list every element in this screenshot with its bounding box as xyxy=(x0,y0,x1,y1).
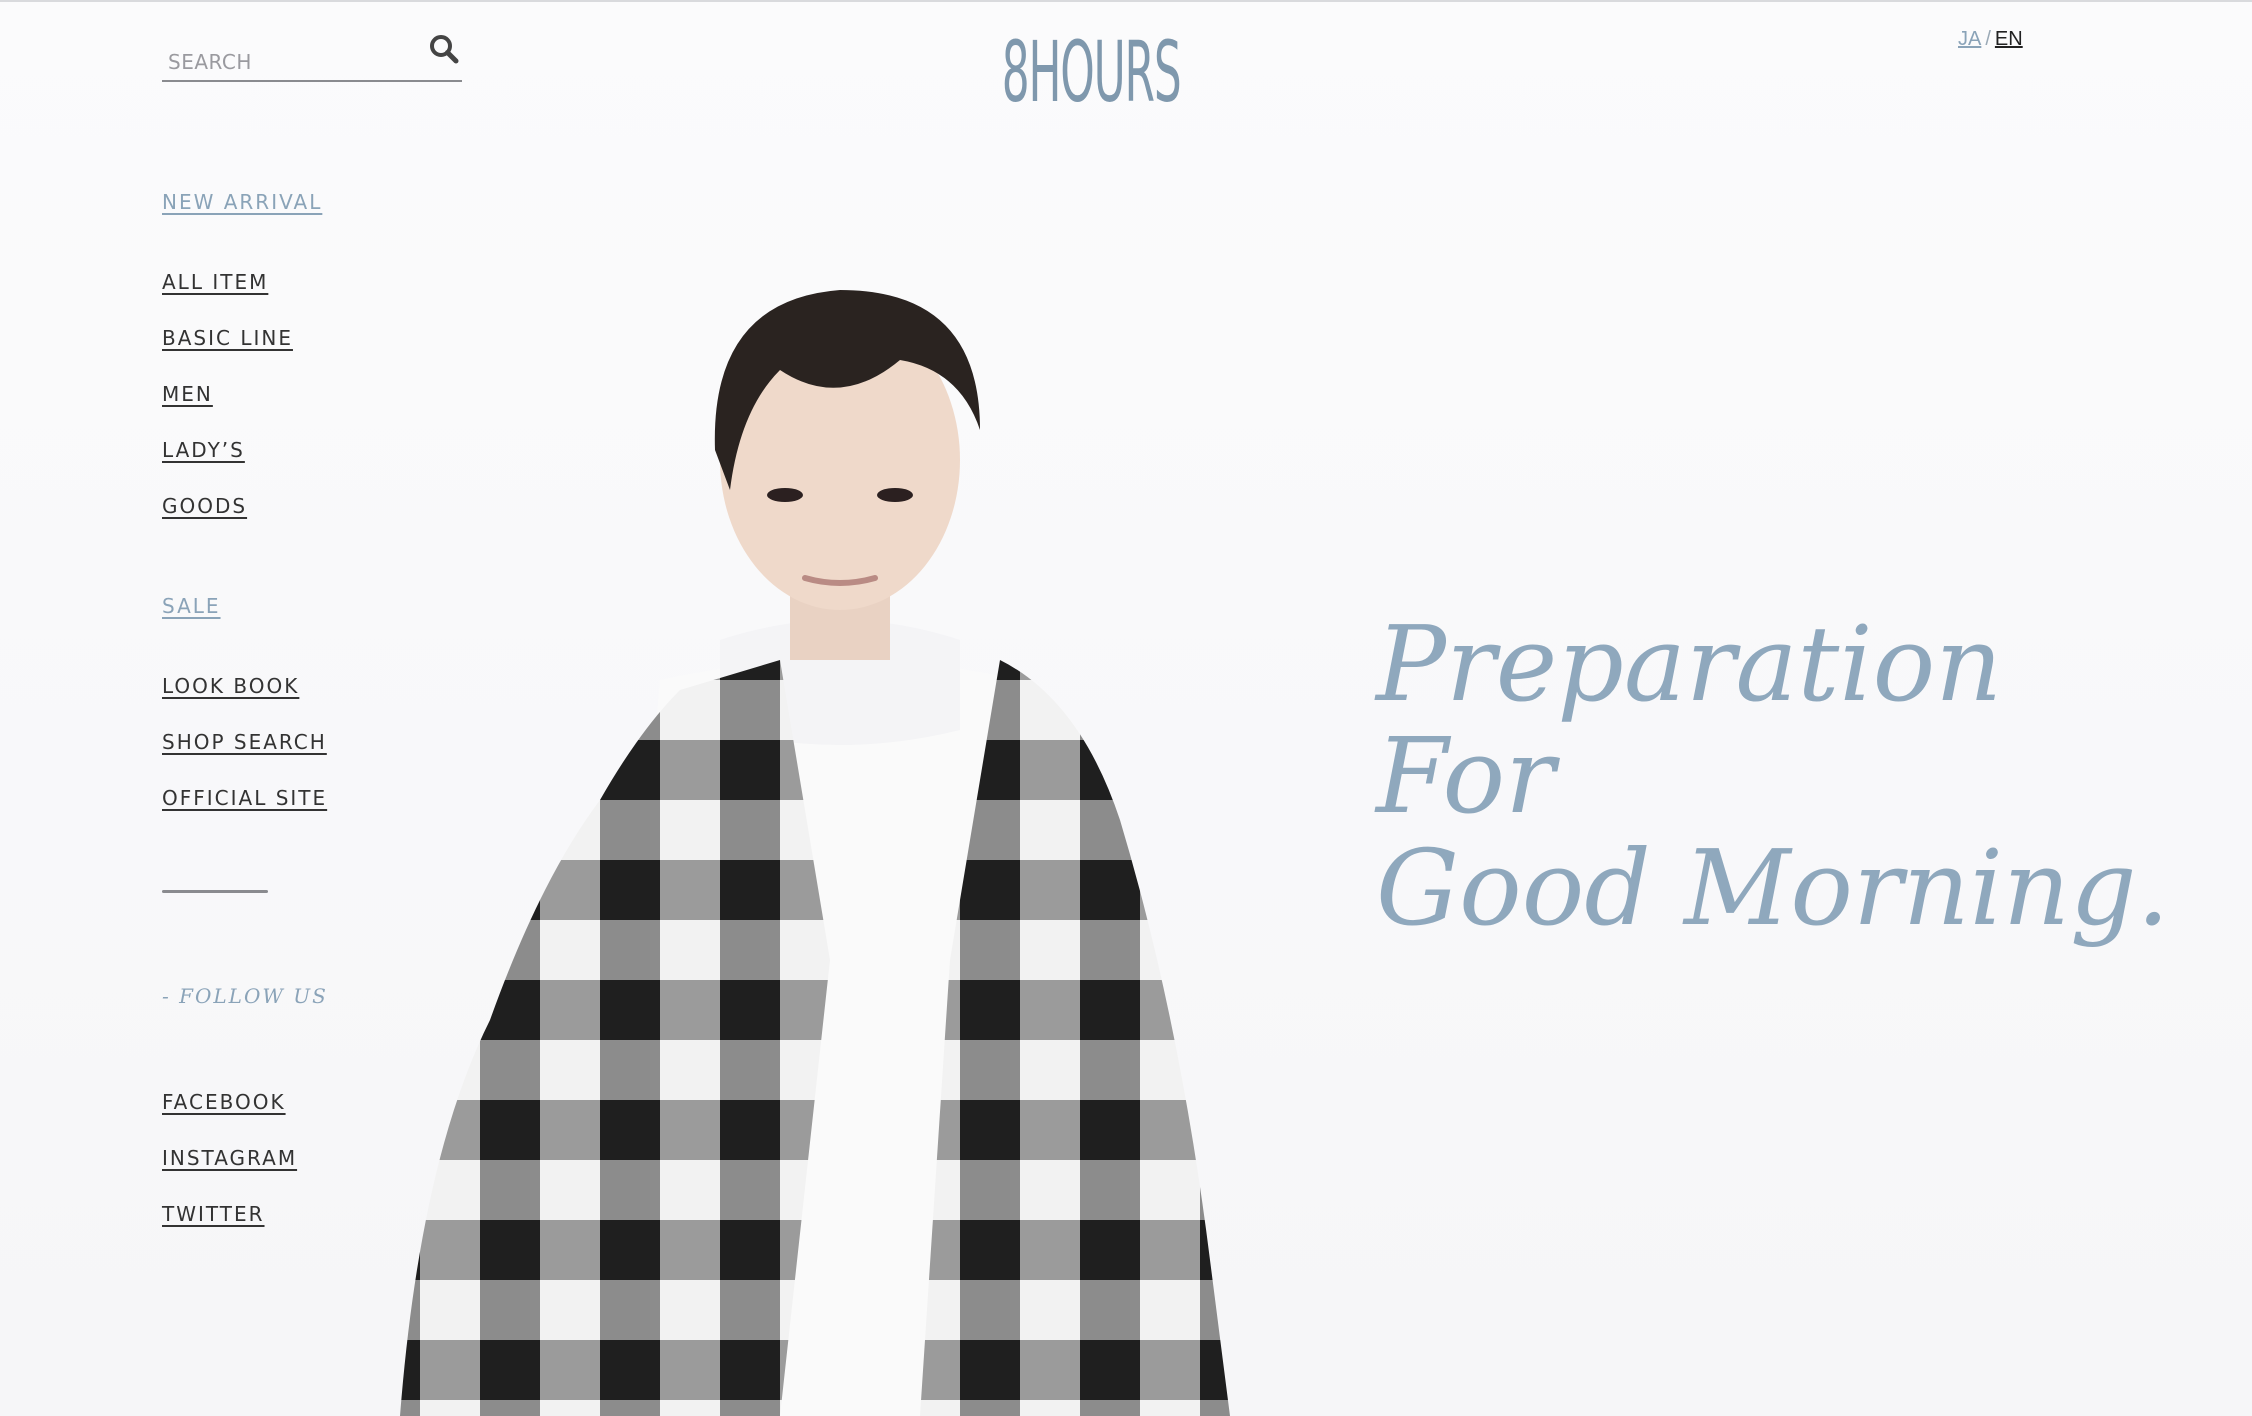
social-instagram-link[interactable]: INSTAGRAM xyxy=(162,1146,297,1170)
social-facebook-link[interactable]: FACEBOOK xyxy=(162,1090,286,1114)
nav-goods[interactable]: GOODS xyxy=(162,494,247,518)
hero-tagline: Preparation For Good Morning. xyxy=(1376,608,2170,944)
tagline-line-2: For xyxy=(1376,715,1555,837)
search-input[interactable] xyxy=(166,46,410,78)
page: 8HOURS JA/EN NEW ARRIVAL ALL ITEM BASIC … xyxy=(0,0,2252,1416)
nav-men[interactable]: MEN xyxy=(162,382,213,406)
social-twitter-link[interactable]: TWITTER xyxy=(162,1202,265,1226)
nav-new-arrival[interactable]: NEW ARRIVAL xyxy=(162,190,322,214)
lang-ja-link[interactable]: JA xyxy=(1958,28,1981,50)
nav-official-site[interactable]: OFFICIAL SITE xyxy=(162,786,327,810)
tagline-line-1: Preparation xyxy=(1376,603,2003,725)
language-switch: JA / EN xyxy=(1958,28,2023,51)
nav-look-book[interactable]: LOOK BOOK xyxy=(162,674,299,698)
brand-logo[interactable]: 8HOURS xyxy=(1002,26,1182,118)
nav-shop-search[interactable]: SHOP SEARCH xyxy=(162,730,327,754)
tagline-line-3: Good Morning. xyxy=(1376,827,2170,949)
nav-ladys[interactable]: LADY’S xyxy=(162,438,245,462)
nav-all-item[interactable]: ALL ITEM xyxy=(162,270,268,294)
lang-en-link[interactable]: EN xyxy=(1995,28,2023,50)
search-icon[interactable] xyxy=(426,32,462,68)
follow-us-label: - FOLLOW US xyxy=(162,984,328,1008)
nav-basic-line[interactable]: BASIC LINE xyxy=(162,326,293,350)
search-box xyxy=(162,28,462,82)
sidebar-divider xyxy=(162,890,268,893)
hero-model-photo xyxy=(400,290,1230,1416)
top-border xyxy=(0,0,2252,2)
nav-sale[interactable]: SALE xyxy=(162,594,221,618)
lang-separator: / xyxy=(1985,28,1991,50)
logo-text: 8HOURS xyxy=(1001,23,1182,121)
